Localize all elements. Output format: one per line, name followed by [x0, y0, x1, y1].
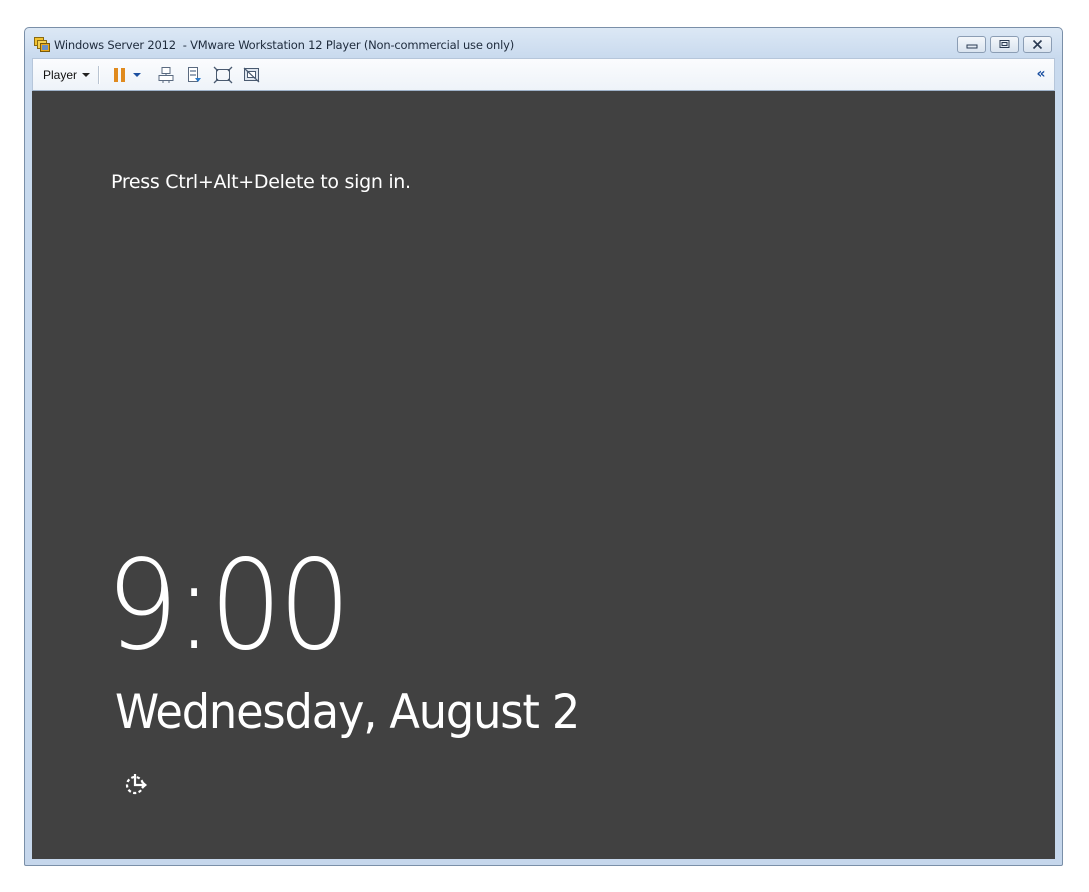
vmware-player-icon[interactable] — [34, 37, 50, 52]
lock-screen-date: Wednesday, August 2 — [115, 685, 580, 740]
fit-guest-button[interactable] — [213, 66, 233, 84]
fit-guest-icon — [213, 66, 233, 84]
player-menu-button[interactable]: Player — [37, 63, 96, 86]
send-ctrl-alt-del-button[interactable] — [157, 66, 177, 84]
send-ctrl-alt-del-icon — [158, 67, 174, 83]
close-icon — [1032, 39, 1043, 50]
minimize-icon — [966, 44, 978, 49]
unity-button[interactable] — [242, 66, 262, 84]
lock-screen-clock: 9:00 — [106, 534, 351, 678]
minimize-button[interactable] — [957, 36, 986, 53]
toolbar-divider — [98, 66, 99, 84]
window-title: Windows Server 2012 - VMware Workstation… — [54, 38, 514, 52]
player-menu-label: Player — [43, 67, 78, 82]
restore-button[interactable] — [990, 36, 1019, 53]
vm-display[interactable]: Press Ctrl+Alt+Delete to sign in. 9:00 W… — [32, 91, 1055, 859]
ease-of-access-icon[interactable] — [123, 771, 149, 797]
title-bar[interactable]: Windows Server 2012 - VMware Workstation… — [25, 28, 1062, 58]
chevron-down-icon — [82, 72, 91, 77]
pause-dropdown-button[interactable] — [131, 66, 143, 84]
dropdown-arrow-icon — [133, 73, 141, 77]
unity-icon — [243, 67, 260, 83]
pause-button[interactable] — [111, 66, 131, 84]
restore-icon — [999, 40, 1010, 48]
collapse-toolbar-button[interactable]: « — [1034, 65, 1048, 83]
removable-devices-button[interactable] — [185, 66, 205, 84]
pause-icon — [114, 68, 125, 82]
sign-in-prompt: Press Ctrl+Alt+Delete to sign in. — [111, 171, 411, 193]
removable-devices-icon — [188, 67, 201, 82]
close-button[interactable] — [1023, 36, 1052, 53]
vmware-player-window: Windows Server 2012 - VMware Workstation… — [24, 27, 1063, 866]
player-toolbar: Player « — [32, 58, 1055, 91]
